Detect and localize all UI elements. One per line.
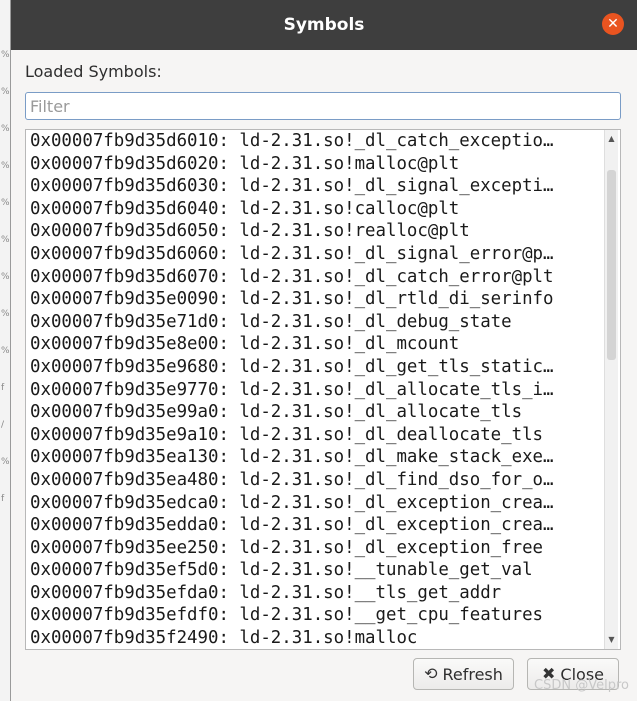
close-icon: ✕	[607, 16, 619, 32]
symbols-list[interactable]: 0x00007fb9d35d6010: ld-2.31.so!_dl_catch…	[25, 129, 621, 650]
symbol-row[interactable]: 0x00007fb9d35efdf0: ld-2.31.so!__get_cpu…	[30, 604, 600, 627]
watermark: CSDN @Velpro	[534, 678, 629, 693]
scrollbar-thumb[interactable]	[607, 170, 616, 360]
refresh-icon: ⟲	[424, 664, 438, 683]
filter-input[interactable]	[25, 92, 621, 120]
symbol-row[interactable]: 0x00007fb9d35d6070: ld-2.31.so!_dl_catch…	[30, 266, 600, 289]
dialog-title: Symbols	[283, 15, 365, 35]
scroll-up-icon[interactable]: ▲	[605, 132, 618, 146]
symbol-row[interactable]: 0x00007fb9d35d6030: ld-2.31.so!_dl_signa…	[30, 175, 600, 198]
symbol-row[interactable]: 0x00007fb9d35ea130: ld-2.31.so!_dl_make_…	[30, 446, 600, 469]
symbol-row[interactable]: 0x00007fb9d35d6050: ld-2.31.so!realloc@p…	[30, 220, 600, 243]
symbol-row[interactable]: 0x00007fb9d35e9680: ld-2.31.so!_dl_get_t…	[30, 356, 600, 379]
symbol-row[interactable]: 0x00007fb9d35d6020: ld-2.31.so!malloc@pl…	[30, 153, 600, 176]
symbol-row[interactable]: 0x00007fb9d35e9770: ld-2.31.so!_dl_alloc…	[30, 379, 600, 402]
dialog-titlebar: Symbols ✕	[11, 0, 637, 50]
symbol-row[interactable]: 0x00007fb9d35d6010: ld-2.31.so!_dl_catch…	[30, 130, 600, 153]
symbol-row[interactable]: 0x00007fb9d35d6040: ld-2.31.so!calloc@pl…	[30, 198, 600, 221]
symbol-row[interactable]: 0x00007fb9d35edda0: ld-2.31.so!_dl_excep…	[30, 514, 600, 537]
symbol-row[interactable]: 0x00007fb9d35ea480: ld-2.31.so!_dl_find_…	[30, 469, 600, 492]
symbols-rows: 0x00007fb9d35d6010: ld-2.31.so!_dl_catch…	[30, 130, 600, 649]
symbol-row[interactable]: 0x00007fb9d35ef5d0: ld-2.31.so!__tunable…	[30, 559, 600, 582]
list-scrollbar[interactable]: ▲ ▼	[604, 130, 618, 649]
symbol-row[interactable]: 0x00007fb9d35e99a0: ld-2.31.so!_dl_alloc…	[30, 401, 600, 424]
symbol-row[interactable]: 0x00007fb9d35f2490: ld-2.31.so!malloc	[30, 627, 600, 649]
symbol-row[interactable]: 0x00007fb9d35efda0: ld-2.31.so!__tls_get…	[30, 582, 600, 605]
symbol-row[interactable]: 0x00007fb9d35e9a10: ld-2.31.so!_dl_deall…	[30, 424, 600, 447]
symbol-row[interactable]: 0x00007fb9d35ee250: ld-2.31.so!_dl_excep…	[30, 537, 600, 560]
window-close-button[interactable]: ✕	[602, 13, 624, 35]
refresh-label: Refresh	[442, 664, 503, 684]
symbol-row[interactable]: 0x00007fb9d35e0090: ld-2.31.so!_dl_rtld_…	[30, 288, 600, 311]
symbol-row[interactable]: 0x00007fb9d35edca0: ld-2.31.so!_dl_excep…	[30, 492, 600, 515]
symbols-dialog: Symbols ✕ Loaded Symbols: 0x00007fb9d35d…	[10, 0, 637, 701]
symbol-row[interactable]: 0x00007fb9d35d6060: ld-2.31.so!_dl_signa…	[30, 243, 600, 266]
symbol-row[interactable]: 0x00007fb9d35e8e00: ld-2.31.so!_dl_mcoun…	[30, 333, 600, 356]
loaded-symbols-label: Loaded Symbols:	[25, 62, 162, 81]
refresh-button[interactable]: ⟲ Refresh	[413, 658, 514, 690]
scroll-down-icon[interactable]: ▼	[605, 633, 618, 647]
symbol-row[interactable]: 0x00007fb9d35e71d0: ld-2.31.so!_dl_debug…	[30, 311, 600, 334]
